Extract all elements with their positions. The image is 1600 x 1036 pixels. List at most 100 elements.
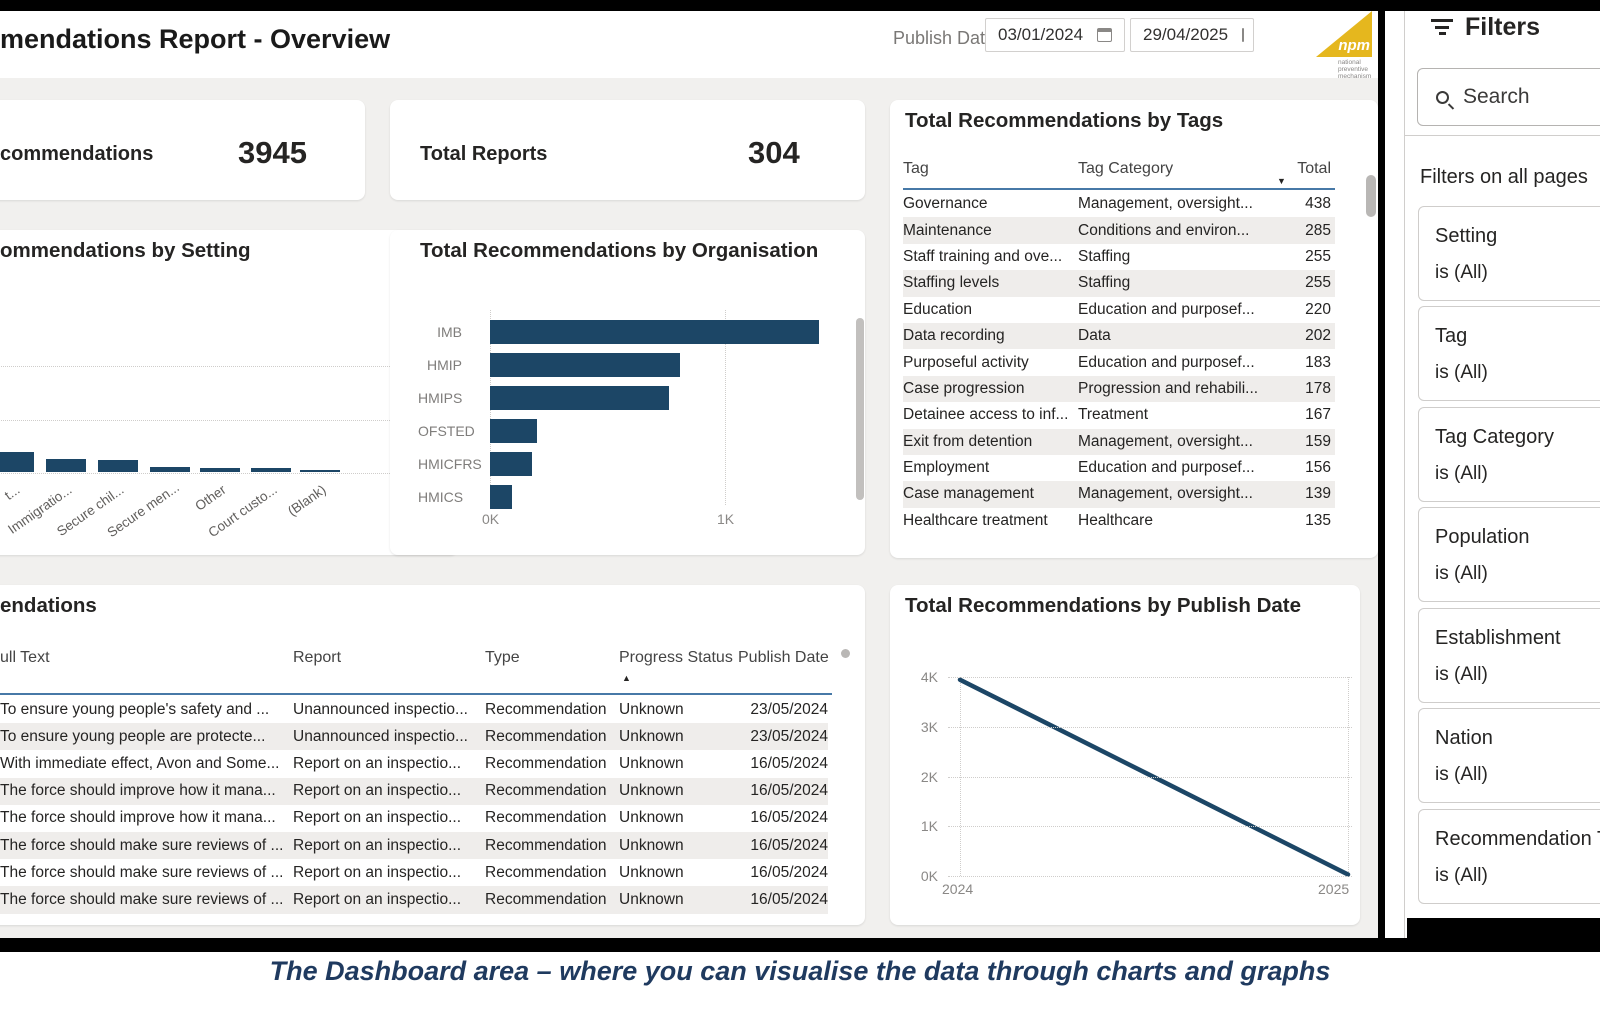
cell: 16/05/2024 [738,755,828,773]
table-row[interactable]: Staffing levelsStaffing255 [903,270,1335,296]
org-bar-row: HMICS [418,480,838,513]
table-row[interactable]: EducationEducation and purposef...220 [903,297,1335,323]
bar[interactable] [490,452,532,476]
date-to-input[interactable]: 29/04/2025 [1130,18,1254,52]
cell: The force should improve how it mana... [0,782,293,800]
table-row[interactable]: The force should make sure reviews of ..… [0,886,828,913]
calendar-icon[interactable] [1242,28,1244,42]
cell: Staff training and ove... [903,248,1078,266]
date-from-input[interactable]: 03/01/2024 [985,18,1125,52]
top-border-bar [0,0,1600,11]
table-row[interactable]: GovernanceManagement, oversight...438 [903,191,1335,217]
table-row[interactable]: EmploymentEducation and purposef...156 [903,455,1335,481]
filter-value: is (All) [1435,764,1488,786]
cell: Healthcare treatment [903,512,1078,530]
dashboard-area: mendations Report - Overview Publish Dat… [0,11,1378,938]
table-row[interactable]: Case managementManagement, oversight...1… [903,481,1335,507]
table-row[interactable]: The force should improve how it mana...R… [0,805,828,832]
vertical-scrollbar[interactable] [1366,175,1376,217]
bar[interactable] [46,459,86,472]
column-header-full-text[interactable]: ull Text [0,649,293,667]
table-row[interactable]: Exit from detentionManagement, oversight… [903,429,1335,455]
table-row[interactable]: The force should make sure reviews of ..… [0,859,828,886]
bar[interactable] [490,485,512,509]
bar[interactable] [0,452,34,472]
table-header-row: ull Text Report Type Progress Status Pub… [0,649,828,667]
recs-table-body: To ensure young people's safety and ...U… [0,696,828,914]
cell: The force should make sure reviews of ..… [0,837,293,855]
column-header-type[interactable]: Type [485,649,619,667]
y-axis-tick: 2K [904,769,938,785]
table-row[interactable]: Staff training and ove...Staffing255 [903,244,1335,270]
cell: Case progression [903,380,1078,398]
filter-card-nation[interactable]: Nation is (All) [1418,708,1600,803]
visual-title: Total Recommendations by Organisation [420,239,818,263]
bar[interactable] [200,468,240,472]
cell: Unknown [619,891,738,909]
table-row[interactable]: With immediate effect, Avon and Some...R… [0,750,828,777]
header-underline [903,188,1335,190]
bar[interactable] [300,470,340,472]
filter-card-setting[interactable]: Settingis (All) [1418,206,1600,301]
filter-card-tag[interactable]: Tagis (All) [1418,306,1600,401]
bar[interactable] [98,460,138,472]
sort-desc-icon[interactable]: ▼ [1277,176,1286,186]
header-underline [0,693,832,695]
vertical-scrollbar[interactable] [841,649,850,658]
bar[interactable] [490,320,819,344]
total-recommendations-card: commendations 3945 [0,100,365,200]
cell: Staffing levels [903,274,1078,292]
cell: 255 [1260,274,1335,292]
bar[interactable] [490,386,669,410]
filter-name: Establishment [1435,627,1561,650]
table-row[interactable]: Case progressionProgression and rehabili… [903,376,1335,402]
category-label: HMICS [418,489,490,505]
table-row[interactable]: Purposeful activityEducation and purpose… [903,349,1335,375]
cell: Progression and rehabili... [1078,380,1260,398]
vertical-scrollbar[interactable] [856,318,864,500]
tags-table-body: GovernanceManagement, oversight...438Mai… [903,191,1335,534]
kpi-label: commendations [0,143,153,166]
table-row[interactable]: The force should improve how it mana...R… [0,778,828,805]
table-row[interactable]: Data recordingData202 [903,323,1335,349]
gridline [948,677,1352,678]
table-row[interactable]: MaintenanceConditions and environ...285 [903,217,1335,243]
cell: Report on an inspectio... [293,755,485,773]
column-header-report[interactable]: Report [293,649,485,667]
bar[interactable] [490,419,537,443]
filter-card-population[interactable]: Populationis (All) [1418,507,1600,602]
cell: Education [903,301,1078,319]
table-row[interactable]: Detainee access to inf...Treatment167 [903,402,1335,428]
sort-asc-icon[interactable]: ▲ [622,673,631,683]
bar[interactable] [490,353,680,377]
column-header-tag-category[interactable]: Tag Category [1078,160,1260,178]
bar[interactable] [150,467,190,472]
filter-name: Nation [1435,727,1493,750]
cell: Recommendation [485,809,619,827]
table-row[interactable]: The force should make sure reviews of ..… [0,832,828,859]
caption-text: The Dashboard area – where you can visua… [0,956,1600,987]
category-label: HMIP [418,357,490,373]
column-header-total[interactable]: Total [1260,160,1335,178]
cell: Unannounced inspectio... [293,701,485,719]
cell: Management, oversight... [1078,433,1260,451]
table-row[interactable]: To ensure young people are protecte...Un… [0,723,828,750]
category-label: IMB [418,324,490,340]
table-row[interactable]: To ensure young people's safety and ...U… [0,696,828,723]
column-header-progress-status[interactable]: Progress Status [619,649,738,667]
cell: 159 [1260,433,1335,451]
column-header-publish-date[interactable]: Publish Date [738,649,828,667]
cell: Staffing [1078,274,1260,292]
cell: Data recording [903,327,1078,345]
date-to-value: 29/04/2025 [1143,25,1228,45]
filter-card-establishment[interactable]: Establishmentis (All) [1418,608,1600,703]
filter-search-input[interactable]: Search [1417,68,1600,126]
table-row[interactable]: Healthcare treatmentHealthcare135 [903,508,1335,534]
filters-pane-title: Filters [1465,13,1540,42]
bar[interactable] [251,468,291,472]
filter-card-recommendation-t[interactable]: Recommendation Tis (All) [1418,809,1600,904]
filter-card-tag-category[interactable]: Tag Categoryis (All) [1418,407,1600,502]
calendar-icon[interactable] [1097,28,1112,42]
column-header-tag[interactable]: Tag [903,160,1078,178]
cell: 23/05/2024 [738,728,828,746]
